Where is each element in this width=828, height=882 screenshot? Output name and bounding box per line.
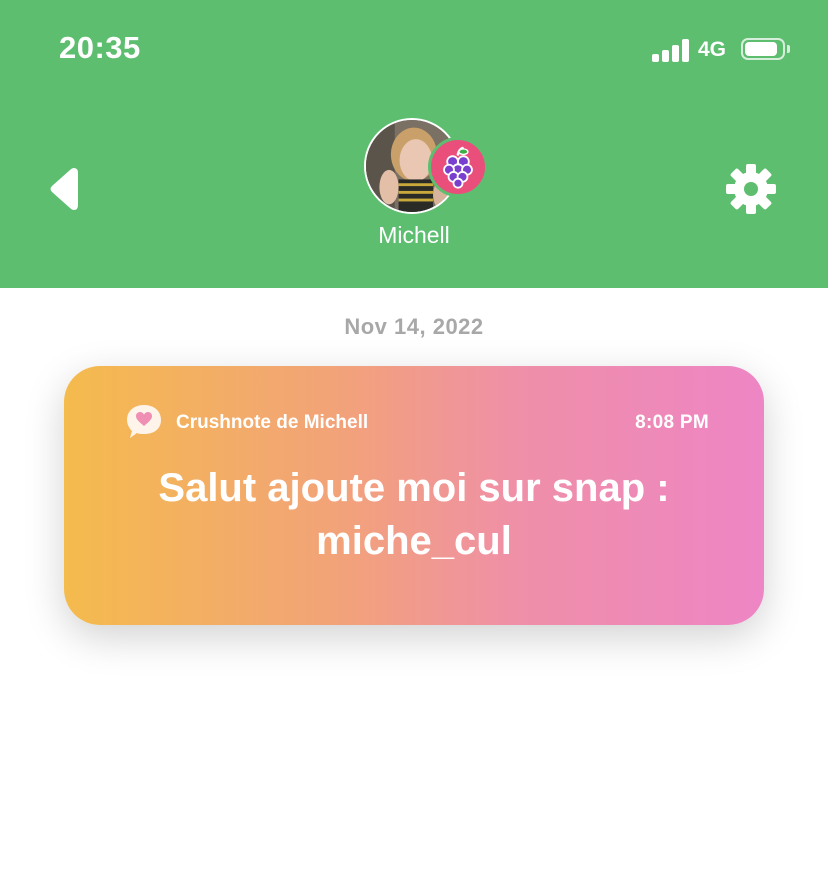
note-message: Salut ajoute moi sur snap : miche_cul: [158, 466, 670, 563]
network-type: 4G: [698, 38, 727, 61]
signal-strength-icon: [652, 38, 690, 62]
gear-icon: [726, 164, 776, 214]
grapes-badge: [428, 137, 488, 197]
battery-cap: [787, 45, 790, 53]
heart-speech-bubble-icon: [124, 402, 164, 442]
profile-name[interactable]: Michell: [0, 222, 828, 249]
back-triangle-icon: [50, 168, 78, 210]
status-time: 20:35: [59, 30, 141, 65]
battery-icon: [741, 38, 785, 60]
settings-button[interactable]: [723, 161, 779, 217]
grapes-icon: [443, 146, 473, 189]
date-separator: Nov 14, 2022: [344, 314, 484, 339]
crushnote-card[interactable]: Crushnote de Michell 8:08 PM Salut ajout…: [64, 366, 764, 625]
note-time: 8:08 PM: [635, 412, 709, 433]
top-header: 20:35 4G Michell: [0, 0, 828, 288]
note-sender: Crushnote de Michell: [176, 412, 369, 433]
back-button[interactable]: [44, 164, 84, 214]
